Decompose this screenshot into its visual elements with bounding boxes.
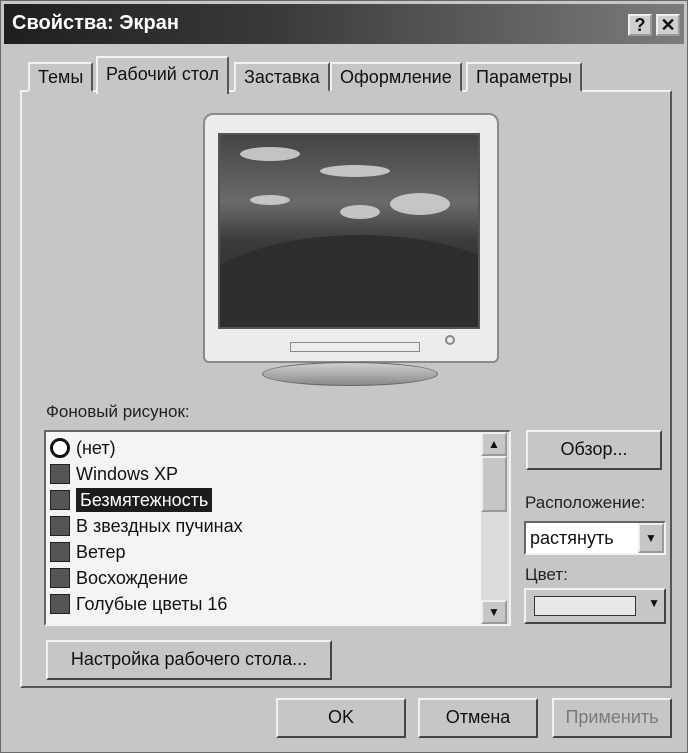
image-file-icon xyxy=(50,568,70,588)
scroll-up-arrow-icon[interactable]: ▲ xyxy=(481,432,507,456)
list-item[interactable]: Windows XP xyxy=(50,462,178,486)
close-button[interactable]: ✕ xyxy=(656,14,680,36)
list-item[interactable]: (нет) xyxy=(50,436,116,460)
apply-button[interactable]: Применить xyxy=(552,698,672,738)
monitor-slot xyxy=(290,342,420,352)
color-swatch xyxy=(534,596,636,616)
none-icon xyxy=(50,438,70,458)
position-label: Расположение: xyxy=(525,493,646,512)
background-label: Фоновый рисунок: xyxy=(46,402,190,421)
list-item[interactable]: В звездных пучинах xyxy=(50,514,243,538)
image-file-icon xyxy=(50,594,70,614)
list-item-selected[interactable]: Безмятежность xyxy=(50,488,213,512)
help-button[interactable]: ? xyxy=(628,14,652,36)
image-file-icon xyxy=(50,490,70,510)
list-item[interactable]: Ветер xyxy=(50,540,125,564)
color-label: Цвет: xyxy=(525,565,568,584)
image-file-icon xyxy=(50,542,70,562)
scroll-thumb[interactable] xyxy=(481,456,507,512)
list-item[interactable]: Восхождение xyxy=(50,566,188,590)
list-item[interactable]: Голубые цветы 16 xyxy=(50,592,227,616)
scroll-down-arrow-icon[interactable]: ▼ xyxy=(481,600,507,624)
tab-themes[interactable]: Темы xyxy=(28,62,94,92)
window-title: Свойства: Экран xyxy=(12,12,179,34)
power-icon xyxy=(445,335,455,345)
cancel-button[interactable]: Отмена xyxy=(418,698,538,738)
browse-button[interactable]: Обзор... xyxy=(526,430,662,470)
wallpaper-preview xyxy=(218,133,480,329)
tab-appearance[interactable]: Оформление xyxy=(330,62,462,92)
color-picker-button[interactable]: ▼ xyxy=(524,588,666,624)
list-scrollbar[interactable]: ▲ ▼ xyxy=(481,432,509,624)
customize-desktop-button[interactable]: Настройка рабочего стола... xyxy=(46,640,332,680)
title-bar[interactable]: Свойства: Экран ? ✕ xyxy=(4,4,684,44)
tab-desktop[interactable]: Рабочий стол xyxy=(96,56,229,94)
chevron-down-icon[interactable]: ▼ xyxy=(638,523,664,553)
tab-screensaver[interactable]: Заставка xyxy=(234,62,330,92)
chevron-down-icon: ▼ xyxy=(648,596,660,610)
position-value: растянуть xyxy=(530,528,614,548)
image-file-icon xyxy=(50,516,70,536)
position-select[interactable]: растянуть ▼ xyxy=(524,521,666,555)
image-file-icon xyxy=(50,464,70,484)
tab-settings[interactable]: Параметры xyxy=(466,62,582,92)
background-list[interactable]: (нет) Windows XP Безмятежность В звездны… xyxy=(44,430,511,626)
ok-button[interactable]: OK xyxy=(276,698,406,738)
monitor-stand xyxy=(262,362,438,386)
